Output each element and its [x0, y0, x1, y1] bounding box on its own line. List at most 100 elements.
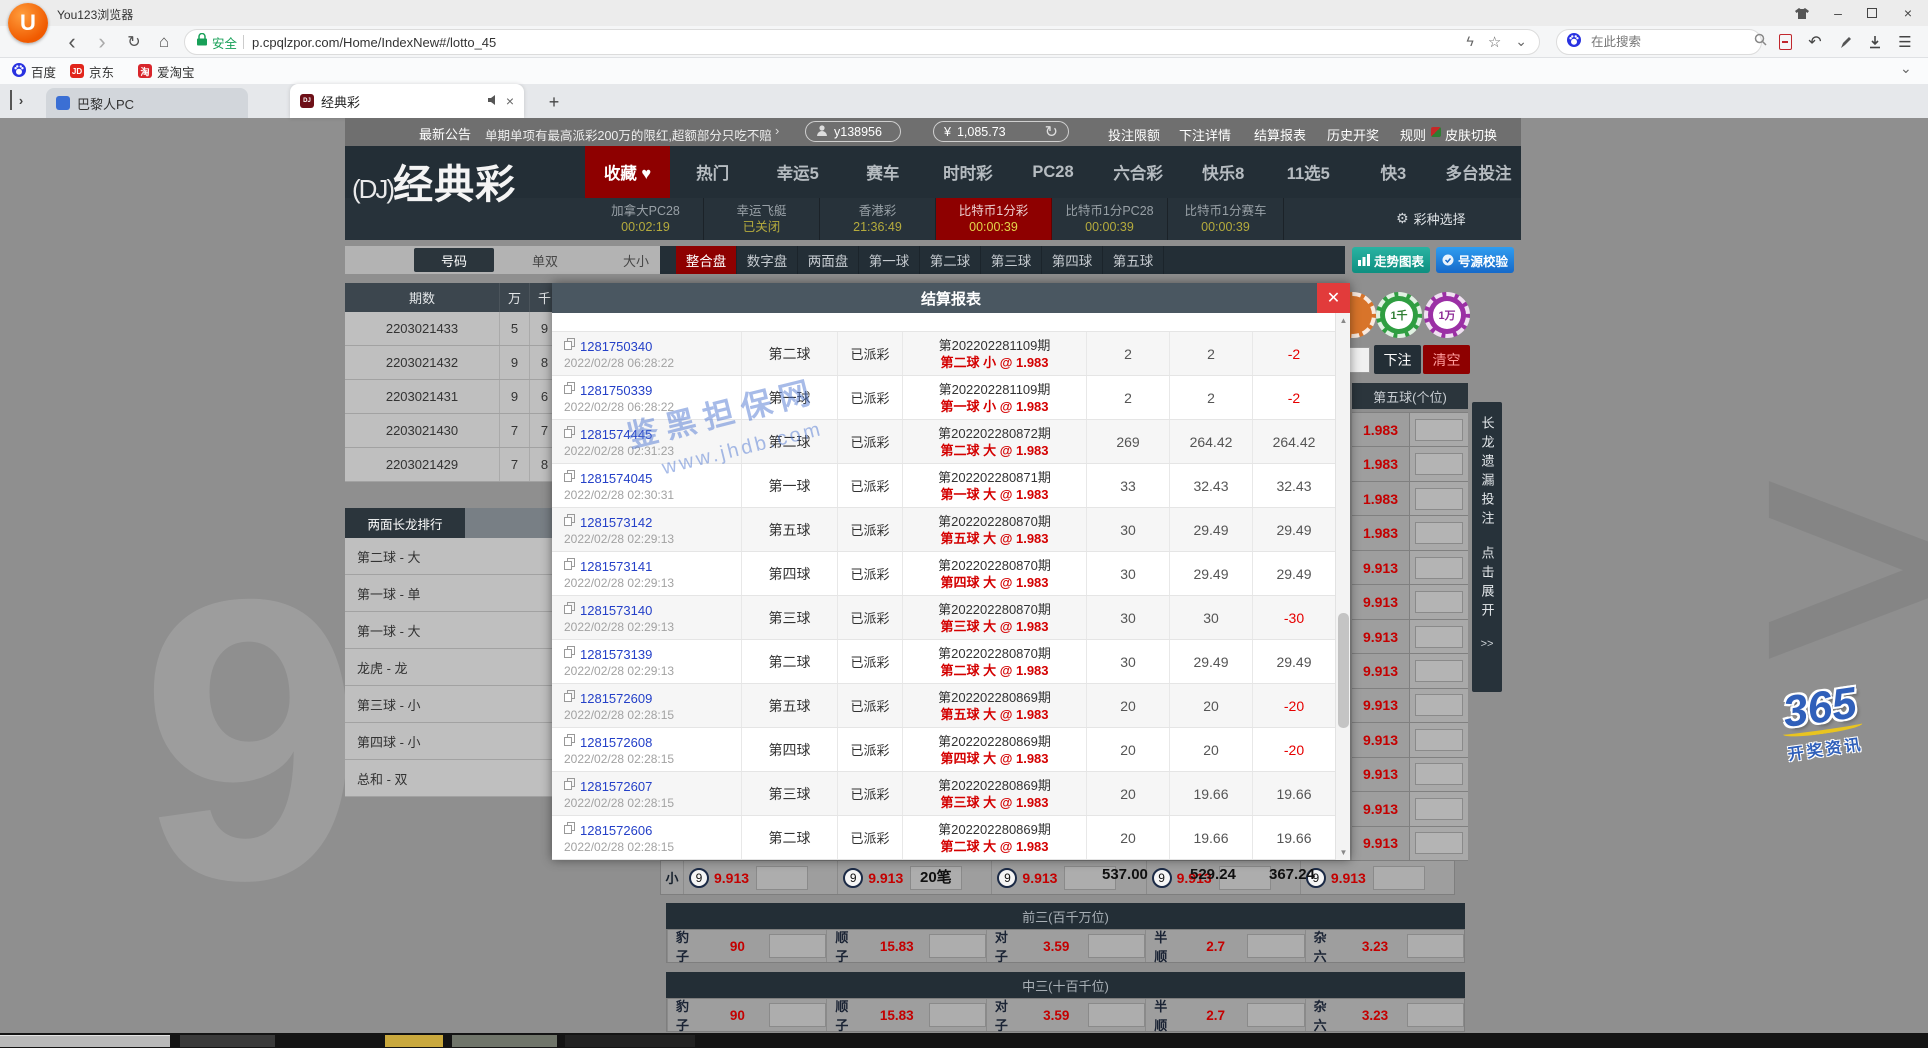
- bet-amount-input[interactable]: [1088, 934, 1145, 958]
- order-id-link[interactable]: 1281572609: [580, 691, 652, 706]
- sidebar-expand-icon[interactable]: >>: [1481, 638, 1494, 650]
- refresh-icon[interactable]: [120, 26, 148, 58]
- pan-tab[interactable]: 整合盘: [676, 246, 737, 274]
- game-category-tab[interactable]: 收藏 ♥: [585, 146, 670, 198]
- copy-icon[interactable]: [564, 425, 575, 443]
- bet-amount-cell[interactable]: [1410, 447, 1468, 480]
- game-card[interactable]: 幸运飞艇 已关闭: [704, 198, 820, 240]
- refresh-balance-icon[interactable]: [1045, 122, 1058, 142]
- game-category-tab[interactable]: 赛车: [840, 146, 925, 198]
- chip-10k[interactable]: 1万: [1424, 292, 1470, 338]
- close-button[interactable]: ×: [1892, 0, 1924, 26]
- game-card[interactable]: 比特币1分赛车 00:00:39: [1168, 198, 1284, 240]
- copy-icon[interactable]: [564, 645, 575, 663]
- bookmark-baidu[interactable]: 百度: [12, 60, 56, 82]
- home-icon[interactable]: [150, 26, 178, 58]
- link-settlement-report[interactable]: 结算报表: [1254, 125, 1306, 144]
- odds-value[interactable]: 9.913: [1352, 654, 1410, 687]
- bookmarks-collapse-icon[interactable]: [1900, 60, 1912, 78]
- link-bet-limits[interactable]: 投注限额: [1108, 125, 1160, 144]
- game-category-tab[interactable]: 多台投注: [1436, 146, 1521, 198]
- scroll-down-icon[interactable]: [1336, 845, 1351, 860]
- link-history-results[interactable]: 历史开奖: [1327, 125, 1379, 144]
- game-category-tab[interactable]: PC28: [1010, 146, 1095, 198]
- game-card[interactable]: 加拿大PC28 00:02:19: [588, 198, 704, 240]
- bet-cell-group[interactable]: 9 9.913: [1300, 861, 1454, 894]
- source-verify-button[interactable]: 号源校验: [1436, 247, 1514, 273]
- odds-value[interactable]: 9.913: [1352, 723, 1410, 756]
- bookmark-jd[interactable]: 京东: [70, 60, 114, 82]
- url-text[interactable]: p.cpqlzpor.com/Home/IndexNew#/lotto_45: [252, 35, 1452, 50]
- odds-value[interactable]: 1.983: [1352, 482, 1410, 515]
- order-id-link[interactable]: 1281750340: [580, 339, 652, 354]
- game-category-tab[interactable]: 快乐8: [1181, 146, 1266, 198]
- game-category-tab[interactable]: 热门: [670, 146, 755, 198]
- trend-chart-button[interactable]: 走势图表: [1352, 247, 1430, 273]
- pattern-bet-cell[interactable]: 豹子 90: [667, 999, 826, 1031]
- game-card[interactable]: 比特币1分PC28 00:00:39: [1052, 198, 1168, 240]
- pan-tab[interactable]: 第三球: [981, 246, 1042, 274]
- odds-value[interactable]: 9.913: [1352, 551, 1410, 584]
- pattern-bet-cell[interactable]: 对子 3.59: [986, 999, 1145, 1031]
- mode-tab[interactable]: 大小: [596, 248, 676, 272]
- back-icon[interactable]: [58, 26, 86, 58]
- sidebar-toggle-icon[interactable]: [10, 90, 30, 110]
- game-card[interactable]: 比特币1分彩 00:00:39: [936, 198, 1052, 240]
- game-category-tab[interactable]: 时时彩: [925, 146, 1010, 198]
- bet-amount-input[interactable]: [1247, 934, 1304, 958]
- order-id-link[interactable]: 1281573139: [580, 647, 652, 662]
- cleaner-icon[interactable]: [1832, 30, 1858, 54]
- bet-amount-cell[interactable]: [1410, 516, 1468, 549]
- clear-bets-button[interactable]: 清空: [1423, 345, 1470, 374]
- copy-icon[interactable]: [564, 777, 575, 795]
- odds-value[interactable]: 9.913: [1352, 689, 1410, 722]
- copy-icon[interactable]: [564, 381, 575, 399]
- bookmark-taobao[interactable]: 爱淘宝: [138, 60, 195, 82]
- bet-amount-input[interactable]: [1407, 1003, 1464, 1027]
- bet-amount-input[interactable]: [769, 1003, 826, 1027]
- bet-amount-input[interactable]: [1373, 866, 1425, 890]
- pattern-bet-cell[interactable]: 顺子 15.83: [826, 930, 985, 962]
- bet-amount-cell[interactable]: [1410, 689, 1468, 722]
- search-box[interactable]: [1556, 29, 1762, 55]
- streak-tab[interactable]: 两面长龙排行: [345, 508, 465, 538]
- pattern-bet-cell[interactable]: 豹子 90: [667, 930, 826, 962]
- game-category-tab[interactable]: 11选5: [1266, 146, 1351, 198]
- bet-amount-cell[interactable]: [1410, 620, 1468, 653]
- bet-cell-group[interactable]: 9 9.913: [837, 861, 991, 894]
- bet-amount-cell[interactable]: [1410, 827, 1468, 860]
- tab-classic-lottery[interactable]: 经典彩: [290, 84, 524, 118]
- streak-item[interactable]: 第四球 - 小: [345, 723, 560, 760]
- site-logo[interactable]: (DJ)经典彩: [352, 152, 516, 210]
- odds-value[interactable]: 9.913: [1352, 620, 1410, 653]
- odds-value[interactable]: 1.983: [1352, 447, 1410, 480]
- tab-close-icon[interactable]: [506, 93, 514, 109]
- address-dropdown-icon[interactable]: [1515, 33, 1527, 51]
- forward-icon[interactable]: [88, 26, 116, 58]
- odds-value[interactable]: 9.913: [1352, 792, 1410, 825]
- order-id-link[interactable]: 1281572608: [580, 735, 652, 750]
- mode-tab[interactable]: 单双: [505, 248, 585, 272]
- link-skin-switch[interactable]: 皮肤切换: [1445, 125, 1497, 144]
- new-tab-button[interactable]: +: [542, 90, 566, 114]
- modal-close-button[interactable]: [1317, 283, 1350, 313]
- download-icon[interactable]: [1862, 30, 1888, 54]
- bet-amount-input[interactable]: [769, 934, 826, 958]
- address-bar[interactable]: 安全 p.cpqlzpor.com/Home/IndexNew#/lotto_4…: [184, 29, 1540, 55]
- bet-amount-cell[interactable]: [1410, 792, 1468, 825]
- streak-item[interactable]: 第三球 - 小: [345, 686, 560, 723]
- streak-item[interactable]: 第一球 - 单: [345, 575, 560, 612]
- bet-amount-cell[interactable]: [1410, 723, 1468, 756]
- order-id-link[interactable]: 1281573142: [580, 515, 652, 530]
- bet-amount-cell[interactable]: [1410, 551, 1468, 584]
- odds-value[interactable]: 9.913: [1352, 827, 1410, 860]
- bet-amount-cell[interactable]: [1410, 654, 1468, 687]
- modal-scrollbar[interactable]: [1335, 313, 1350, 860]
- scroll-up-icon[interactable]: [1336, 313, 1351, 328]
- pdf-tool-icon[interactable]: [1772, 30, 1798, 54]
- odds-value[interactable]: 1.983: [1352, 413, 1410, 446]
- pattern-bet-cell[interactable]: 半顺 2.7: [1145, 999, 1304, 1031]
- link-bet-details[interactable]: 下注详情: [1179, 125, 1231, 144]
- game-category-tab[interactable]: 快3: [1351, 146, 1436, 198]
- bet-amount-input[interactable]: [756, 866, 808, 890]
